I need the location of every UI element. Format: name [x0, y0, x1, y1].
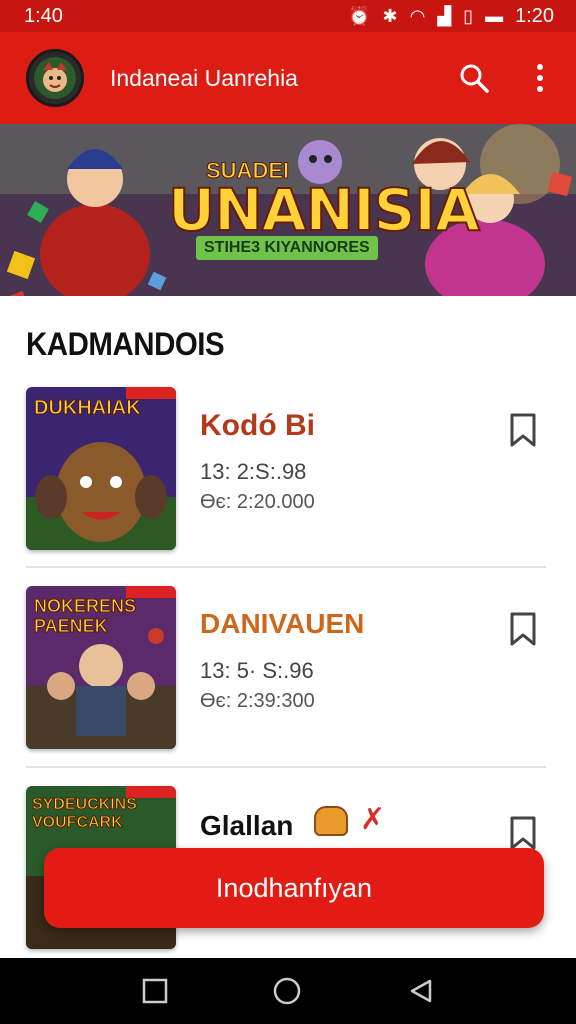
list-item[interactable]: DUKHAIAK Kodó Bi 13: 2:S:.98 Өє: 2:20.00… — [26, 387, 546, 552]
wifi-icon: ◠ — [409, 6, 426, 26]
game-meta-secondary: Өє: 2:20.000 — [200, 491, 315, 513]
system-nav-bar — [0, 958, 576, 1024]
game-meta-primary: 13: 2:S:.98 — [200, 459, 307, 484]
game-thumbnail: DUKHAIAK — [26, 387, 176, 550]
recent-apps-icon[interactable] — [142, 978, 168, 1004]
burger-icon — [314, 806, 348, 836]
status-clock-right: 1:20 — [515, 5, 554, 27]
bookmark-icon[interactable] — [509, 413, 537, 447]
banner-subtitle: STIHE3 KIYANNORES — [196, 236, 378, 260]
more-vert-icon[interactable] — [524, 58, 556, 98]
game-meta-secondary: Өє: 2:39:300 — [200, 690, 315, 712]
bluetooth-icon: ✱ — [382, 6, 398, 26]
banner-title: UNANISIA — [167, 175, 481, 245]
game-thumbnail: NOKERENS PAENEK — [26, 586, 176, 749]
bookmark-icon[interactable] — [509, 816, 537, 850]
game-name: DANIVAUEN — [200, 608, 365, 639]
game-meta-primary: 13: 5· S:.96 — [200, 658, 314, 683]
hero-banner[interactable]: SUADEI UNANISIA STIHE3 KIYANNORES — [0, 124, 576, 296]
sim-icon: ▯ — [463, 6, 474, 26]
home-icon[interactable] — [273, 977, 301, 1005]
ribbon-icon: ✗ — [360, 803, 386, 836]
list-item[interactable]: NOKERENS PAENEK DANIVAUEN 13: 5· S:.96 Ө… — [26, 586, 546, 751]
app-bar: Indaneai Uanrehia — [0, 32, 576, 124]
signal-icon: ▟ — [437, 6, 452, 26]
mascot-avatar-icon[interactable] — [26, 49, 84, 107]
divider — [26, 766, 546, 768]
status-icons: ⏰ ✱ ◠ ▟ ▯ ▬ 1:20 — [348, 6, 554, 26]
app-title: Indaneai Uanrehia — [110, 64, 298, 91]
game-name: Glallan — [200, 810, 294, 841]
primary-action-button[interactable]: Inodhanfıyan — [44, 848, 544, 928]
game-name: Kodó Bi — [200, 409, 315, 442]
status-bar: 1:40 ⏰ ✱ ◠ ▟ ▯ ▬ 1:20 — [0, 0, 576, 32]
search-icon[interactable] — [458, 58, 490, 98]
status-time: 1:40 — [24, 4, 63, 27]
battery-icon: ▬ — [485, 6, 504, 26]
alarm-icon: ⏰ — [348, 6, 371, 26]
back-icon[interactable] — [406, 978, 434, 1004]
thumb-title: DUKHAIAK — [34, 397, 142, 420]
section-title: KADMANDOIS — [26, 326, 225, 362]
thumb-title: SYDEUCKINS VOUFCARK — [32, 796, 138, 832]
bookmark-icon[interactable] — [509, 612, 537, 646]
thumb-title: NOKERENS PAENEK — [34, 596, 137, 637]
divider — [26, 566, 546, 568]
